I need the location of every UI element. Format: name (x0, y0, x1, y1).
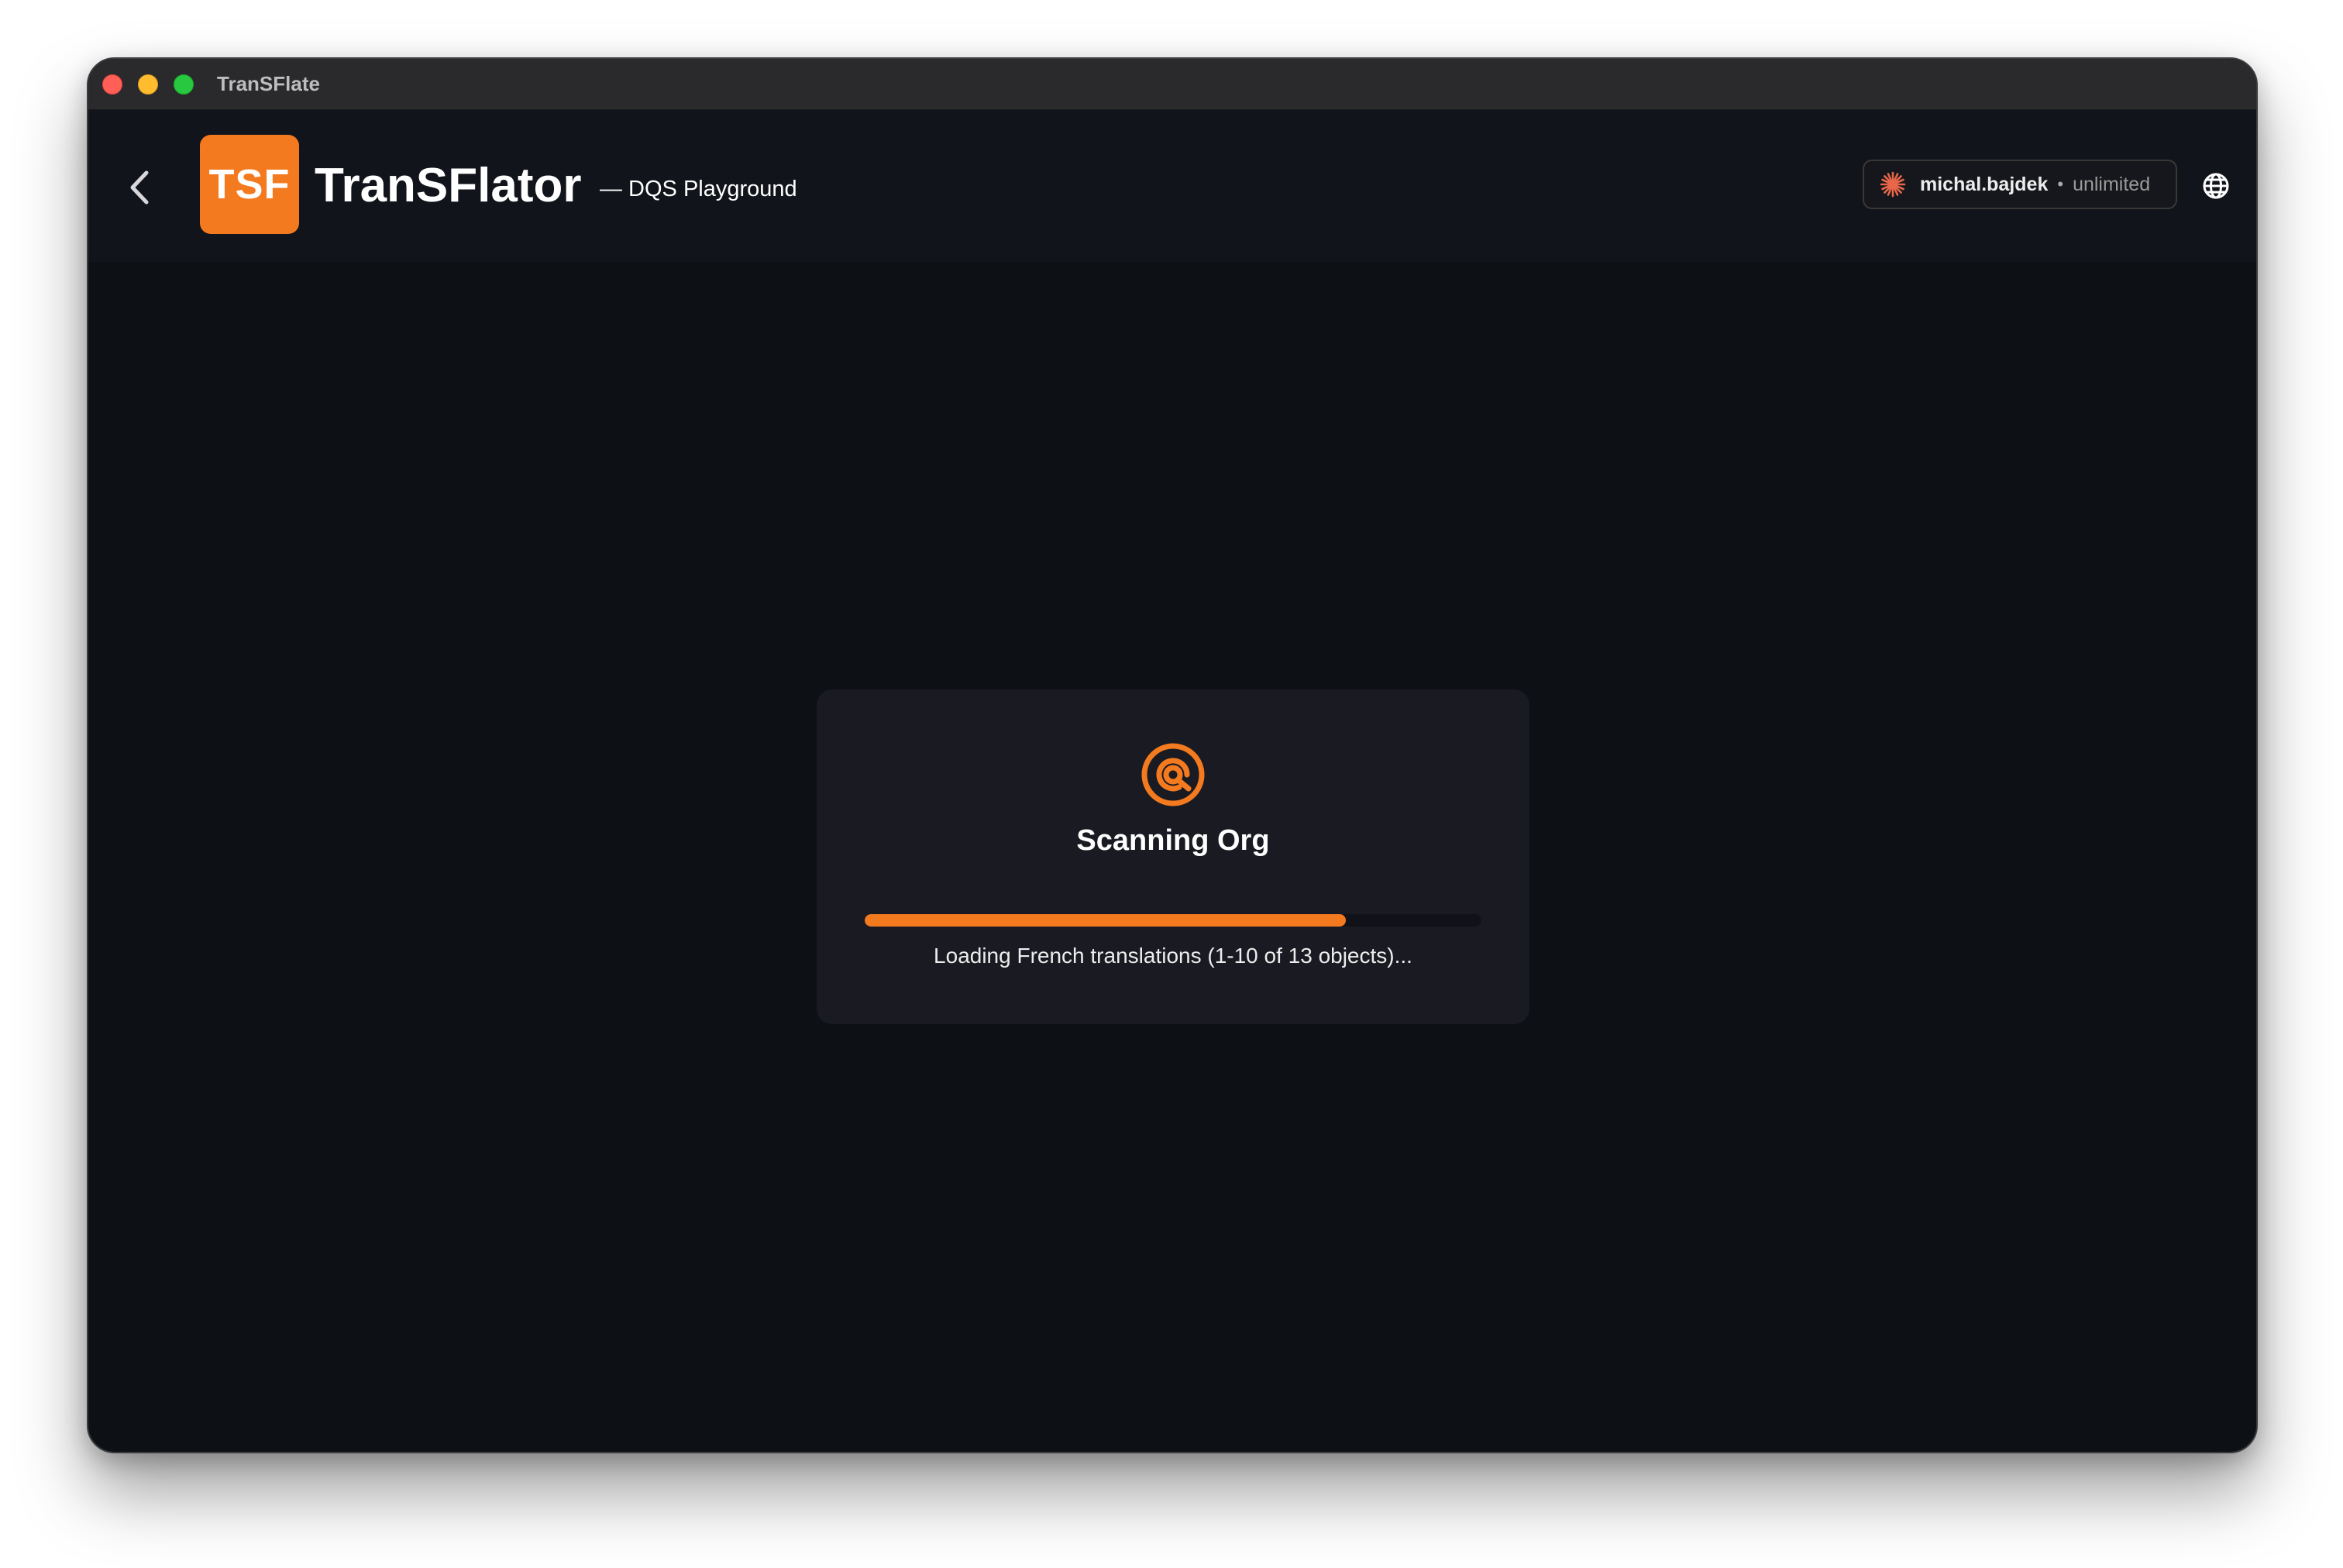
org-label: — DQS Playground (600, 177, 797, 201)
title-bar: TranSFlate (88, 59, 2256, 110)
scan-status-text: Loading French translations (1-10 of 13 … (934, 944, 1412, 968)
close-window-button[interactable] (102, 74, 122, 95)
logo-text: TSF (208, 161, 291, 208)
sparkle-icon (1880, 171, 1906, 198)
user-badge[interactable]: michal.bajdek • unlimited (1863, 160, 2177, 209)
chevron-left-icon (130, 170, 149, 205)
back-button[interactable] (116, 164, 163, 211)
scan-progress-card: Scanning Org Loading French translations… (817, 689, 1529, 1024)
user-separator: • (2057, 174, 2064, 194)
app-logo: TSF (200, 135, 299, 234)
minimize-window-button[interactable] (138, 74, 158, 95)
language-button[interactable] (2200, 170, 2231, 201)
user-name: michal.bajdek (1920, 173, 2049, 195)
app-header: TSF TranSFlator — DQS Playground michal.… (88, 110, 2256, 262)
scan-target-icon (1141, 743, 1205, 806)
scan-progress-fill (865, 914, 1346, 927)
app-window: TranSFlate TSF TranSFlator — DQS Playgro… (87, 57, 2258, 1453)
globe-icon (2203, 173, 2229, 199)
window-title: TranSFlate (217, 72, 320, 95)
maximize-window-button[interactable] (174, 74, 194, 95)
app-name: TranSFlator (315, 159, 582, 212)
scan-title: Scanning Org (1076, 824, 1270, 857)
user-plan: unlimited (2073, 173, 2151, 195)
scan-progress-bar (865, 914, 1481, 927)
